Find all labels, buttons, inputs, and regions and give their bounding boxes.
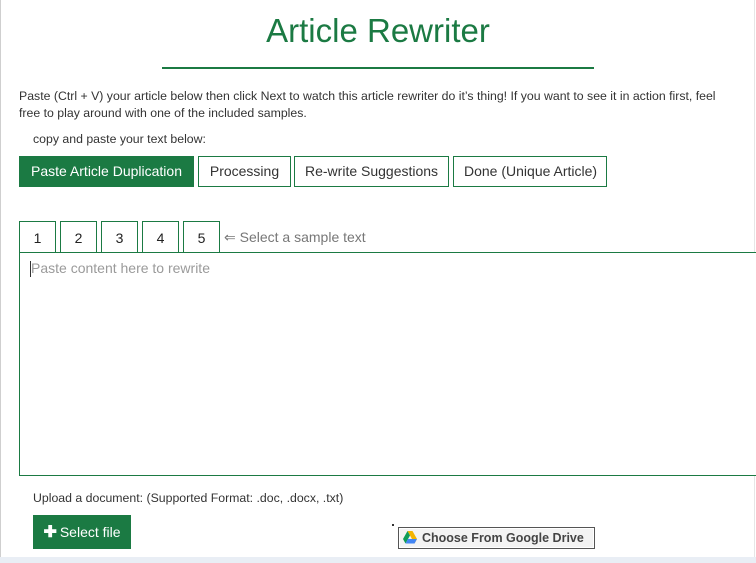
- step-done-unique-article[interactable]: Done (Unique Article): [453, 156, 607, 187]
- select-file-label: Select file: [59, 524, 121, 540]
- page-bottom-strip: [0, 557, 756, 563]
- step-rewrite-suggestions[interactable]: Re-write Suggestions: [294, 156, 449, 187]
- upload-document-label: Upload a document: (Supported Format: .d…: [33, 491, 344, 505]
- page-title: Article Rewriter: [266, 12, 490, 49]
- select-file-button[interactable]: ✚ Select file: [33, 515, 131, 549]
- decorative-dot: [392, 524, 394, 526]
- article-input[interactable]: Paste content here to rewrite: [19, 252, 756, 476]
- sample-tab-1[interactable]: 1: [19, 221, 56, 253]
- sample-tab-4[interactable]: 4: [142, 221, 179, 253]
- intro-text: Paste (Ctrl + V) your article below then…: [19, 89, 716, 120]
- title-divider: [162, 67, 594, 69]
- google-drive-icon: [403, 531, 417, 544]
- copy-paste-label: copy and paste your text below:: [33, 132, 206, 146]
- article-input-placeholder: Paste content here to rewrite: [31, 260, 210, 276]
- step-processing[interactable]: Processing: [198, 156, 291, 187]
- sample-tab-2[interactable]: 2: [60, 221, 97, 253]
- sample-tab-5[interactable]: 5: [183, 221, 220, 253]
- sample-tab-3[interactable]: 3: [101, 221, 138, 253]
- google-drive-label: Choose From Google Drive: [422, 531, 584, 545]
- step-paste-article-duplication[interactable]: Paste Article Duplication: [19, 156, 194, 187]
- plus-icon: ✚: [43, 524, 57, 541]
- sample-text-hint: ⇐ Select a sample text: [224, 229, 366, 245]
- page-left-border: [0, 0, 1, 563]
- google-drive-button[interactable]: Choose From Google Drive: [398, 527, 595, 549]
